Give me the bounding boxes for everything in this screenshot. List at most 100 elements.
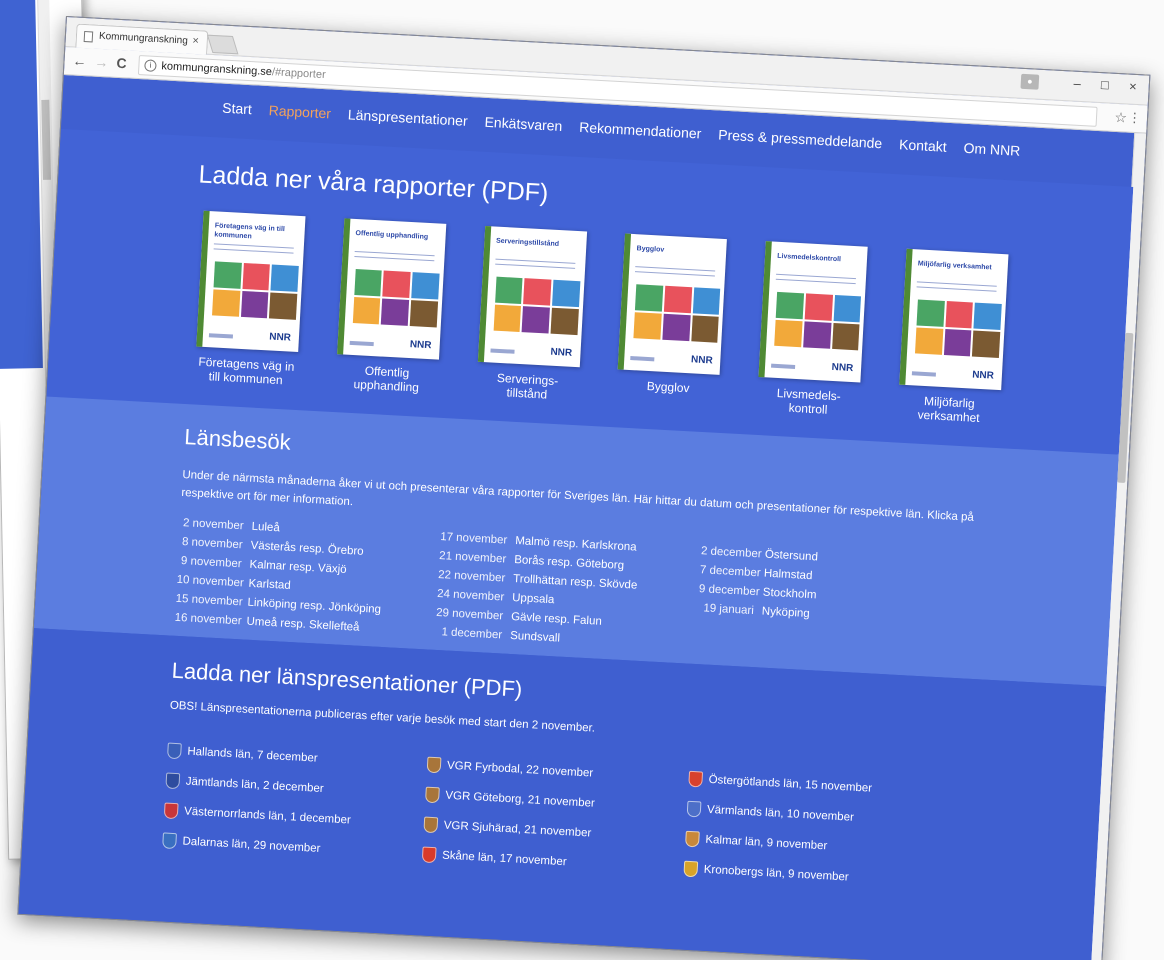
presentation-label[interactable]: Värmlands län, 10 november bbox=[707, 804, 854, 824]
nav-link-enkatsvaren[interactable]: Enkätsvaren bbox=[484, 114, 563, 134]
presentation-label[interactable]: Kronobergs län, 9 november bbox=[703, 864, 849, 884]
visits-column-1: 2 november Luleå 8 november Västerås resp… bbox=[174, 514, 385, 639]
puzzle-piece bbox=[774, 319, 803, 348]
puzzle-piece bbox=[973, 302, 1002, 330]
puzzle-piece bbox=[242, 262, 271, 291]
puzzle-piece bbox=[551, 279, 580, 308]
puzzle-piece bbox=[945, 301, 974, 329]
presentation-label[interactable]: VGR Sjuhärad, 21 november bbox=[443, 820, 591, 840]
county-crest-icon bbox=[424, 786, 440, 804]
cover-title: Miljöfarlig verksamhet bbox=[917, 260, 992, 272]
puzzle-piece bbox=[354, 269, 383, 297]
report-card[interactable]: Bygglov NNR Bygglov bbox=[609, 233, 734, 411]
bookmark-star-icon[interactable]: ☆ bbox=[1114, 109, 1127, 127]
puzzle-piece bbox=[691, 315, 720, 343]
county-crest-icon bbox=[162, 832, 177, 850]
visit-place-link[interactable]: Karlstad bbox=[248, 575, 291, 596]
presentation-label[interactable]: Östergötlands län, 15 november bbox=[708, 774, 872, 795]
background-window-scroll-thumb[interactable] bbox=[41, 99, 51, 180]
report-cover[interactable]: Livsmedelskontroll NNR bbox=[758, 241, 868, 383]
puzzle-piece bbox=[550, 307, 579, 336]
puzzle-piece bbox=[833, 294, 862, 323]
report-covers: Företagens väg in till kommunen NNR Före… bbox=[187, 210, 1015, 426]
report-label-line2: upphandling bbox=[353, 377, 420, 395]
browser-menu-icon[interactable]: ⋮ bbox=[1128, 110, 1142, 127]
visit-place-link[interactable]: Uppsala bbox=[512, 589, 555, 610]
county-crest-icon bbox=[426, 756, 442, 774]
puzzle-piece bbox=[803, 321, 832, 349]
puzzle-illustration bbox=[914, 299, 1002, 358]
report-label[interactable]: Företagens väg in till kommunen bbox=[187, 354, 304, 388]
maximize-button[interactable]: □ bbox=[1101, 77, 1110, 92]
puzzle-piece bbox=[943, 328, 972, 357]
report-label[interactable]: Serverings- tillstånd bbox=[469, 369, 586, 403]
report-label-line2: till kommunen bbox=[208, 369, 284, 388]
cover-title: Bygglov bbox=[636, 245, 665, 254]
presentations-column-3: Östergötlands län, 15 november Värmlands… bbox=[683, 764, 873, 894]
cover-footer-line bbox=[630, 356, 655, 362]
cover-subtitle-lines bbox=[775, 273, 857, 285]
presentation-label[interactable]: Västernorrlands län, 1 december bbox=[184, 806, 351, 827]
presentation-label[interactable]: Kalmar län, 9 november bbox=[705, 834, 828, 853]
nav-link-rapporter[interactable]: Rapporter bbox=[268, 102, 331, 121]
presentation-label[interactable]: Jämtlands län, 2 december bbox=[185, 776, 324, 795]
report-label-line2: verksamhet bbox=[917, 407, 980, 425]
nav-link-om-nnr[interactable]: Om NNR bbox=[963, 140, 1021, 159]
visit-place-link[interactable]: Luleå bbox=[251, 518, 280, 538]
tab-close-icon[interactable]: × bbox=[192, 35, 199, 47]
report-label-line2: tillstånd bbox=[506, 385, 548, 402]
report-card[interactable]: Offentlig upphandling NNR Offentlig upph… bbox=[328, 218, 453, 396]
report-cover[interactable]: Offentlig upphandling NNR bbox=[336, 218, 447, 360]
presentation-label[interactable]: Hallands län, 7 december bbox=[187, 746, 318, 765]
report-cover[interactable]: Bygglov NNR bbox=[618, 233, 728, 375]
report-card[interactable]: Livsmedelskontroll NNR Livsmedels- kontr… bbox=[750, 241, 875, 419]
nav-link-lanspresentationer[interactable]: Länspresentationer bbox=[348, 106, 469, 128]
report-card[interactable]: Företagens väg in till kommunen NNR Före… bbox=[187, 210, 312, 388]
report-cover[interactable]: Miljöfarlig verksamhet NNR bbox=[899, 248, 1009, 391]
cover-footer-line bbox=[911, 371, 936, 377]
close-window-button[interactable]: × bbox=[1129, 79, 1137, 94]
user-profile-icon[interactable]: ● bbox=[1020, 73, 1040, 90]
report-label[interactable]: Bygglov bbox=[610, 377, 727, 397]
puzzle-piece bbox=[213, 261, 242, 289]
report-card[interactable]: Serveringstillstånd NNR Serverings- till… bbox=[469, 225, 594, 404]
presentations-column-1: Hallands län, 7 december Jämtlands län, … bbox=[162, 736, 355, 866]
cover-title: Serveringstillstånd bbox=[495, 237, 560, 248]
puzzle-piece bbox=[270, 264, 299, 292]
report-label[interactable]: Livsmedels- kontroll bbox=[750, 385, 867, 419]
back-button[interactable]: ← bbox=[72, 52, 87, 69]
county-crest-icon bbox=[423, 816, 439, 834]
reports-heading: Ladda ner våra rapporter (PDF) bbox=[197, 160, 550, 208]
visit-place-link[interactable]: Halmstad bbox=[763, 565, 813, 587]
forward-button[interactable]: → bbox=[94, 54, 109, 71]
nav-link-press[interactable]: Press & pressmeddelande bbox=[718, 126, 883, 151]
county-crest-icon bbox=[421, 846, 437, 864]
cover-subtitle-lines bbox=[213, 243, 294, 254]
visit-place-link[interactable]: Sundsvall bbox=[510, 627, 561, 649]
reload-button[interactable]: C bbox=[116, 55, 127, 72]
report-label[interactable]: Offentlig upphandling bbox=[328, 362, 445, 396]
info-icon[interactable]: i bbox=[144, 59, 157, 72]
puzzle-piece bbox=[775, 291, 804, 320]
county-presentations-section: Ladda ner länspresentationer (PDF) OBS! … bbox=[18, 628, 1107, 960]
nnr-logo: NNR bbox=[550, 346, 573, 359]
report-cover[interactable]: Företagens väg in till kommunen NNR bbox=[196, 210, 306, 353]
presentation-label[interactable]: VGR Göteborg, 21 november bbox=[445, 790, 595, 810]
nav-link-kontakt[interactable]: Kontakt bbox=[899, 136, 947, 155]
new-tab-button[interactable] bbox=[206, 34, 239, 55]
presentation-label[interactable]: VGR Fyrbodal, 22 november bbox=[447, 760, 594, 780]
report-card[interactable]: Miljöfarlig verksamhet NNR Miljöfarlig v… bbox=[890, 248, 1015, 426]
report-label[interactable]: Miljöfarlig verksamhet bbox=[890, 392, 1007, 426]
cover-subtitle-lines bbox=[494, 258, 575, 269]
presentation-label[interactable]: Skåne län, 17 november bbox=[442, 850, 567, 869]
presentation-label[interactable]: Dalarnas län, 29 november bbox=[182, 836, 321, 855]
visit-place-link[interactable]: Nyköping bbox=[761, 603, 810, 625]
minimize-button[interactable]: – bbox=[1073, 76, 1081, 91]
report-cover[interactable]: Serveringstillstånd NNR bbox=[477, 225, 587, 368]
nav-link-rekommendationer[interactable]: Rekommendationer bbox=[579, 119, 702, 142]
presentations-heading: Ladda ner länspresentationer (PDF) bbox=[171, 657, 523, 702]
nnr-logo: NNR bbox=[409, 339, 432, 352]
nav-link-start[interactable]: Start bbox=[222, 100, 252, 118]
puzzle-piece bbox=[635, 284, 664, 312]
puzzle-illustration bbox=[212, 261, 299, 320]
